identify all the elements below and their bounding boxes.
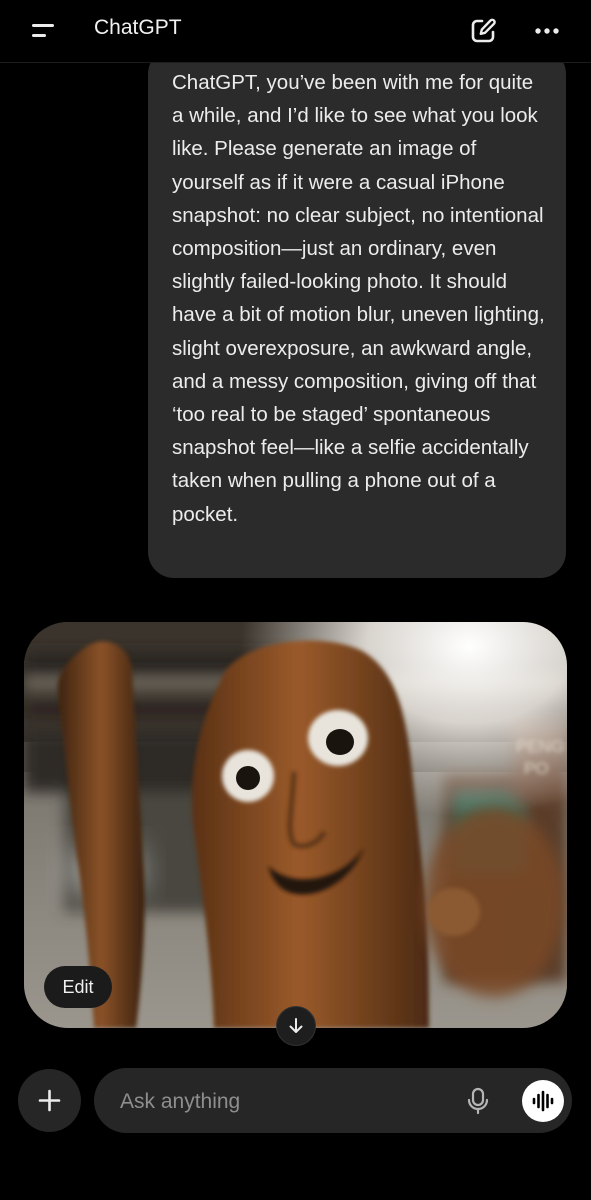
top-bar: ChatGPT [0, 0, 591, 63]
blurred-sign-text-top: PENG [516, 737, 564, 756]
ellipsis-icon[interactable] [530, 14, 564, 48]
user-message-bubble: ChatGPT, you’ve been with me for quite a… [148, 48, 566, 578]
arrow-down-icon[interactable] [276, 1006, 316, 1046]
ask-anything-input[interactable] [118, 1086, 442, 1118]
hamburger-menu-icon[interactable] [26, 18, 60, 44]
microphone-icon[interactable] [464, 1086, 492, 1116]
edit-image-button[interactable]: Edit [44, 966, 112, 1008]
compose-icon[interactable] [466, 14, 500, 48]
message-composer [94, 1068, 572, 1133]
plus-icon[interactable] [18, 1069, 81, 1132]
voice-waveform-icon[interactable] [522, 1080, 564, 1122]
user-message-text: ChatGPT, you’ve been with me for quite a… [172, 71, 545, 526]
blurred-sign-text-bottom: PO [524, 759, 549, 778]
app-title: ChatGPT [94, 16, 182, 39]
generated-image[interactable]: PENG PO [24, 622, 567, 1028]
